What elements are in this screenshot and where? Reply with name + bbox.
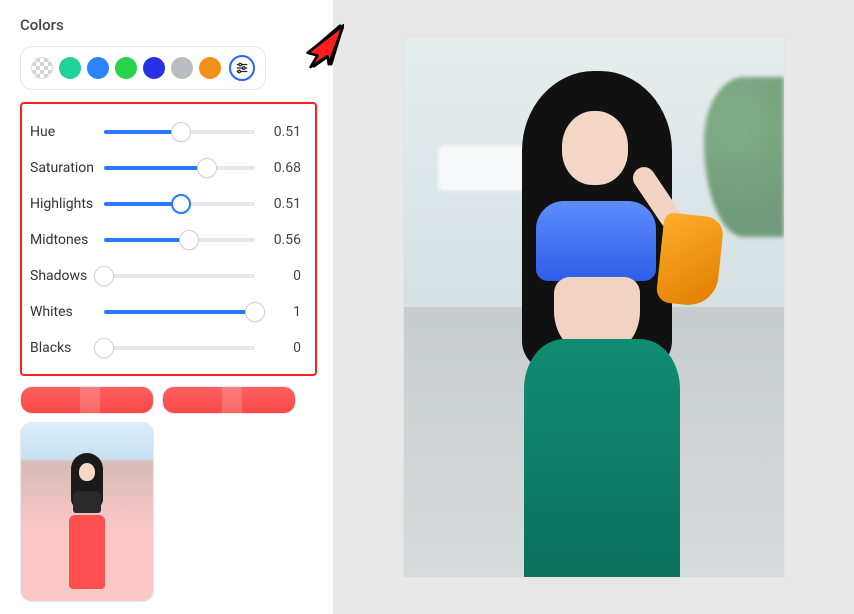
slider-label: Midtones <box>30 232 104 248</box>
slider-value: 0 <box>263 268 301 284</box>
slider-value: 0.56 <box>263 232 301 248</box>
sliders-panel: Hue 0.51 Saturation 0.68 Highlights 0.51 Midto… <box>20 102 317 376</box>
slider-row-midtones: Midtones 0.56 <box>30 230 301 250</box>
image-preview[interactable] <box>404 37 784 577</box>
slider-row-highlights: Highlights 0.51 <box>30 194 301 214</box>
color-swatch-indigo[interactable] <box>143 57 165 79</box>
adjustments-button[interactable] <box>229 55 255 81</box>
slider-label: Shadows <box>30 268 104 284</box>
shadows-slider[interactable] <box>104 266 255 286</box>
whites-slider[interactable] <box>104 302 255 322</box>
slider-row-hue: Hue 0.51 <box>30 122 301 142</box>
slider-value: 1 <box>263 304 301 320</box>
color-swatch-gray[interactable] <box>171 57 193 79</box>
slider-row-saturation: Saturation 0.68 <box>30 158 301 178</box>
preset-thumbnail[interactable] <box>20 386 154 414</box>
canvas-area <box>334 0 854 614</box>
slider-value: 0.51 <box>263 124 301 140</box>
slider-row-shadows: Shadows 0 <box>30 266 301 286</box>
slider-label: Blacks <box>30 340 104 356</box>
slider-label: Saturation <box>30 160 104 176</box>
hue-slider[interactable] <box>104 122 255 142</box>
preset-thumbnail[interactable] <box>20 422 154 602</box>
preset-thumbnails <box>20 386 317 602</box>
color-swatch-green[interactable] <box>115 57 137 79</box>
color-swatch-orange[interactable] <box>199 57 221 79</box>
sliders-icon <box>235 61 249 75</box>
colors-sidebar: Colors Hue 0.51 Saturation 0.68 Highlights 0.… <box>0 0 334 614</box>
blacks-slider[interactable] <box>104 338 255 358</box>
slider-label: Hue <box>30 124 104 140</box>
preset-thumbnail[interactable] <box>162 386 296 414</box>
color-swatch-blue[interactable] <box>87 57 109 79</box>
panel-title: Colors <box>20 16 317 34</box>
slider-value: 0 <box>263 340 301 356</box>
slider-value: 0.51 <box>263 196 301 212</box>
color-swatch-bar <box>20 46 266 90</box>
slider-label: Highlights <box>30 196 104 212</box>
slider-row-whites: Whites 1 <box>30 302 301 322</box>
midtones-slider[interactable] <box>104 230 255 250</box>
slider-label: Whites <box>30 304 104 320</box>
saturation-slider[interactable] <box>104 158 255 178</box>
color-swatch-transparent[interactable] <box>31 57 53 79</box>
highlights-slider[interactable] <box>104 194 255 214</box>
slider-row-blacks: Blacks 0 <box>30 338 301 358</box>
slider-value: 0.68 <box>263 160 301 176</box>
color-swatch-teal[interactable] <box>59 57 81 79</box>
